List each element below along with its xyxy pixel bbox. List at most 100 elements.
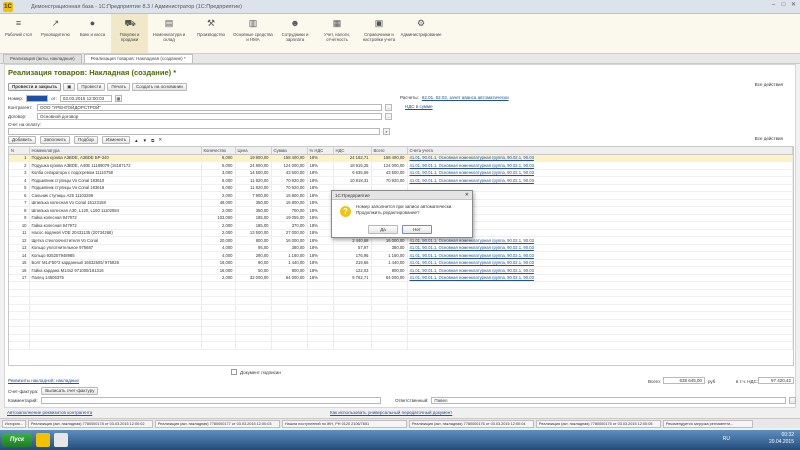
table-cell[interactable]: 380,00 — [371, 244, 408, 252]
table-cell[interactable]: 3,000 — [201, 169, 236, 177]
table-cell[interactable]: 3 — [9, 169, 30, 177]
contract-select-icon[interactable]: … — [385, 113, 392, 120]
column-header[interactable]: Номенклатура — [29, 147, 202, 155]
select-button[interactable]: Подбор — [73, 136, 98, 144]
table-cell[interactable]: Подшипник ступицы Vo Conal 183616 — [29, 184, 202, 192]
table-cell[interactable]: 122,03 — [333, 266, 372, 275]
table-cell[interactable]: 27 000,00 — [271, 229, 308, 237]
table-cell[interactable]: Шпилька колесная Vo Conal 15123158 — [29, 199, 202, 207]
table-cell[interactable]: 18% — [307, 259, 334, 267]
window-item[interactable]: Реализация (акт, накладная) 7780000178 о… — [27, 419, 153, 428]
dialog-close-icon[interactable]: ✕ — [465, 191, 469, 200]
table-cell[interactable]: 800,00 — [371, 266, 408, 275]
table-cell[interactable]: 9 — [9, 214, 30, 222]
create-based-button[interactable]: Создать на основании — [132, 82, 187, 91]
table-cell[interactable]: Гайка колесная 947972 — [29, 221, 202, 230]
table-cell[interactable]: 2,000 — [201, 274, 236, 282]
table-cell[interactable]: 2,000 — [201, 221, 236, 230]
counterparty-select-icon[interactable]: … — [385, 104, 392, 111]
window-item[interactable]: Реализация (акт, накладная) 7780000176 о… — [408, 419, 534, 428]
table-cell[interactable]: Палец 14506375 — [29, 274, 202, 282]
window-item[interactable]: Рекомендуется загрузка регламенти... — [662, 419, 753, 428]
table-cell[interactable]: 18% — [307, 244, 334, 252]
invoice-field[interactable] — [8, 128, 380, 135]
table-cell[interactable]: 4 — [9, 176, 30, 185]
move-down-icon[interactable]: ▼ — [143, 138, 147, 143]
table-cell[interactable]: 2,000 — [201, 229, 236, 237]
table-cell[interactable]: 41.01, 90.01.1, Основная номенклатурная … — [407, 251, 793, 260]
table-cell[interactable]: 16 — [9, 266, 30, 275]
table-cell[interactable]: 41.01, 90.01.1, Основная номенклатурная … — [407, 259, 793, 267]
tab-sales-list[interactable]: Реализация (акты, накладные) — [3, 54, 82, 63]
table-cell[interactable]: 8 — [9, 206, 30, 215]
table-cell[interactable]: 41.01, 90.01.1, Основная номенклатурная … — [407, 161, 793, 170]
table-cell[interactable]: 18% — [307, 161, 334, 170]
section-assets[interactable]: ▥ Основные средства и НМА — [232, 14, 274, 53]
table-cell[interactable]: 1 440,00 — [371, 259, 408, 267]
start-button[interactable]: Пуск — [2, 433, 32, 447]
table-cell[interactable]: Подшипник ступицы Vo Conal 183610 — [29, 176, 202, 185]
table-row[interactable]: 14 Кольцо 925257948985 4,000 290,00 1 160,00… — [9, 251, 793, 260]
table-cell[interactable]: 70 920,00 — [271, 176, 308, 185]
table-cell[interactable]: 16 000,00 — [271, 236, 308, 245]
contract-field[interactable]: Основной договор — [37, 113, 382, 120]
table-cell[interactable]: 18% — [307, 176, 334, 185]
copy-row-icon[interactable]: ⧉ — [151, 138, 154, 143]
table-cell[interactable]: 13 — [9, 244, 30, 252]
table-cell[interactable]: 8,000 — [201, 154, 236, 162]
settlements-link[interactable]: 62.01, 62.02, зачет аванса автоматически — [422, 95, 509, 100]
post-and-close-button[interactable]: Провести и закрыть — [8, 82, 62, 91]
table-cell[interactable]: 18% — [307, 206, 334, 215]
calendar-icon[interactable]: ▦ — [114, 95, 122, 102]
table-cell[interactable]: 1 440,00 — [271, 259, 308, 267]
table-row[interactable]: 15 Болт М14*50*2 карданный 16632505/ 9759… — [9, 259, 793, 267]
table-cell[interactable]: 18% — [307, 214, 334, 222]
column-header[interactable]: НДС — [333, 147, 372, 155]
table-cell[interactable]: 7 — [9, 199, 30, 207]
table-cell[interactable]: 13 500,00 — [235, 229, 272, 237]
table-cell[interactable]: 350,00 — [235, 206, 272, 215]
table-cell[interactable]: 19 800,00 — [235, 154, 272, 162]
section-accounting[interactable]: ▦ Учет, налоги, отчетность — [316, 14, 358, 53]
table-cell[interactable]: 16 800,00 — [271, 199, 308, 207]
tab-sales-document[interactable]: Реализация товаров: Накладная (создание)… — [83, 54, 193, 63]
issue-invoice-button[interactable]: Выписать счет-фактуру — [41, 387, 99, 395]
responsible-field[interactable]: Павел — [431, 397, 787, 404]
table-cell[interactable]: 18% — [307, 274, 334, 282]
table-cell[interactable]: 18% — [307, 251, 334, 260]
table-row[interactable]: 16 Гайка кардана M14x2 971000/181316 16,00… — [9, 266, 793, 275]
table-cell[interactable]: 6,000 — [201, 184, 236, 192]
table-cell[interactable]: 18% — [307, 199, 334, 207]
table-cell[interactable]: Подушка кузова А3ВDE, А3ВDE БР-340 — [29, 154, 202, 162]
print-button[interactable]: Печать — [107, 82, 131, 91]
table-cell[interactable]: 185,00 — [235, 221, 272, 230]
section-bank[interactable]: ● Банк и касса — [74, 14, 111, 53]
table-cell[interactable]: 380,00 — [271, 244, 308, 252]
column-header[interactable]: Цена — [235, 147, 272, 155]
close-icon[interactable]: ✕ — [789, 1, 798, 10]
table-cell[interactable]: 158 400,00 — [271, 154, 308, 162]
table-cell[interactable]: 64 000,00 — [271, 274, 308, 282]
table-row[interactable]: 4 Подшипник ступицы Vo Conal 183610 6,000 1… — [9, 176, 793, 185]
table-cell[interactable]: 16,000 — [201, 266, 236, 275]
section-purchases-sales[interactable]: ⛟ Покупки и продажи — [111, 14, 148, 53]
column-header[interactable]: N — [9, 147, 30, 155]
table-cell[interactable]: Насос водяной VOE 20431135 (20734268) — [29, 229, 202, 237]
table-cell[interactable]: 219,66 — [333, 259, 372, 267]
table-cell[interactable]: 64 000,00 — [371, 274, 408, 282]
table-cell[interactable]: 16,000 — [201, 259, 236, 267]
move-up-icon[interactable]: ▲ — [134, 138, 138, 143]
table-cell[interactable]: 24 800,00 — [235, 161, 272, 170]
post-button[interactable]: Провести — [77, 82, 106, 91]
autofill-link[interactable]: Автозаполнение реквизитов контрагента — [7, 410, 92, 415]
table-cell[interactable]: 18% — [307, 266, 334, 275]
table-cell[interactable]: Колба сепаратора с подогревом 11110758 — [29, 169, 202, 177]
table-cell[interactable]: Гайка колесная 947972 — [29, 214, 202, 222]
table-cell[interactable]: 350,00 — [235, 199, 272, 207]
table-cell[interactable]: 18% — [307, 169, 334, 177]
table-cell[interactable]: 4,000 — [201, 244, 236, 252]
table-cell[interactable]: 41.01, 90.01.1, Основная номенклатурная … — [407, 266, 793, 275]
table-cell[interactable]: 12 — [9, 236, 30, 245]
section-production[interactable]: ⚒ Производство — [190, 14, 232, 53]
table-cell[interactable]: 41.01, 90.01.1, Основная номенклатурная … — [407, 274, 793, 282]
